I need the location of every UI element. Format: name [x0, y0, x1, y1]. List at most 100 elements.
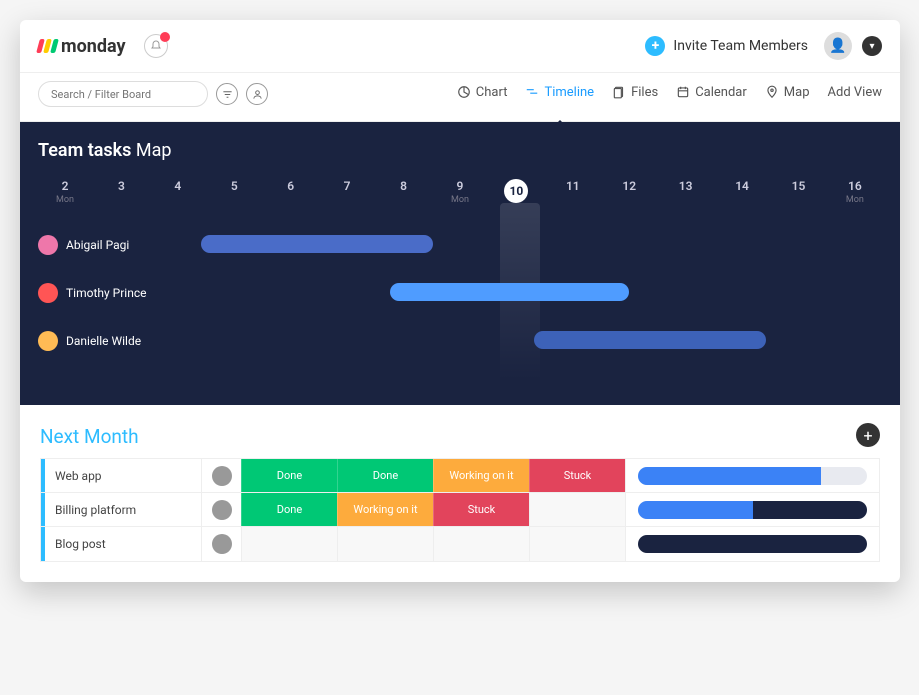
status-cell-stuck[interactable]: Stuck: [529, 459, 625, 492]
timeline-title: Team tasks Map: [38, 140, 882, 161]
status-cell-done[interactable]: Done: [241, 459, 337, 492]
status-cell-empty[interactable]: [337, 527, 433, 561]
notifications-button[interactable]: [144, 34, 168, 58]
person-name: Timothy Prince: [66, 286, 146, 300]
timeline-bar[interactable]: [390, 283, 629, 301]
timeline-person[interactable]: Timothy Prince: [38, 283, 158, 303]
date-3: 3: [94, 179, 148, 205]
item-name[interactable]: Blog post: [41, 527, 201, 561]
status-cell-empty[interactable]: [529, 527, 625, 561]
avatar: [38, 235, 58, 255]
date-10: 10: [489, 179, 543, 205]
avatar: [38, 331, 58, 351]
view-calendar-label: Calendar: [695, 85, 747, 100]
view-add[interactable]: Add View: [828, 85, 882, 104]
avatar: [212, 534, 232, 554]
view-map[interactable]: Map: [765, 85, 810, 104]
progress-cell[interactable]: [625, 527, 879, 561]
item-name[interactable]: Billing platform: [41, 493, 201, 526]
view-calendar[interactable]: Calendar: [676, 85, 747, 104]
person-name: Danielle Wilde: [66, 334, 141, 348]
progress-cell[interactable]: [625, 493, 879, 526]
view-files[interactable]: Files: [612, 85, 658, 104]
tool-row: Chart Timeline Files Calendar Map Add Vi…: [20, 73, 900, 122]
date-6: 6: [264, 179, 318, 205]
view-timeline[interactable]: Timeline: [525, 85, 594, 104]
view-tabs: Chart Timeline Files Calendar Map Add Vi…: [457, 85, 882, 104]
status-cell-done[interactable]: Done: [241, 493, 337, 526]
progress-bar: [638, 501, 867, 519]
date-5: 5: [207, 179, 261, 205]
avatar: 👤: [824, 32, 852, 60]
timeline-row: Timothy Prince: [38, 269, 882, 317]
user-menu[interactable]: 👤 ▾: [824, 32, 882, 60]
status-cell-done[interactable]: Done: [337, 459, 433, 492]
brand-name: monday: [61, 36, 126, 57]
search-input[interactable]: [38, 81, 208, 107]
table-row: Billing platform DoneWorking on itStuck: [41, 493, 879, 527]
timeline-person[interactable]: Abigail Pagi: [38, 235, 158, 255]
status-cell-working[interactable]: Working on it: [433, 459, 529, 492]
progress-bar: [638, 467, 867, 485]
view-timeline-label: Timeline: [544, 85, 594, 100]
board-table: Web appDoneDoneWorking on itStuckBilling…: [40, 458, 880, 562]
date-15: 15: [771, 179, 825, 205]
person-icon: [252, 89, 263, 100]
status-cell-empty[interactable]: [241, 527, 337, 561]
bell-icon: [150, 40, 162, 52]
owner-cell[interactable]: [201, 459, 241, 492]
view-chart-label: Chart: [476, 85, 508, 100]
timeline-panel: Team tasks Map 2Mon3456789Mon10111213141…: [20, 122, 900, 405]
bar-track: [158, 235, 882, 255]
invite-team-button[interactable]: + Invite Team Members: [645, 36, 808, 56]
view-map-label: Map: [784, 85, 810, 100]
table-row: Blog post: [41, 527, 879, 561]
logo-icon: [38, 39, 57, 53]
plus-icon: +: [863, 426, 872, 445]
filter-button[interactable]: [216, 83, 238, 105]
owner-cell[interactable]: [201, 493, 241, 526]
date-16: 16Mon: [828, 179, 882, 205]
date-2: 2Mon: [38, 179, 92, 205]
view-chart[interactable]: Chart: [457, 85, 508, 104]
status-cell-empty[interactable]: [529, 493, 625, 526]
timeline-bar[interactable]: [534, 331, 766, 349]
plus-icon: +: [645, 36, 665, 56]
timeline-bar[interactable]: [201, 235, 433, 253]
notification-dot-icon: [160, 32, 170, 42]
person-name: Abigail Pagi: [66, 238, 129, 252]
logo[interactable]: monday: [38, 36, 126, 57]
filter-icon: [222, 89, 233, 100]
status-cell-working[interactable]: Working on it: [337, 493, 433, 526]
date-11: 11: [546, 179, 600, 205]
top-bar: monday + Invite Team Members 👤 ▾: [20, 20, 900, 73]
progress-bar: [638, 535, 867, 553]
view-files-label: Files: [631, 85, 658, 100]
date-scale: 2Mon3456789Mon10111213141516Mon: [38, 179, 882, 221]
avatar: [38, 283, 58, 303]
progress-cell[interactable]: [625, 459, 879, 492]
timeline-person[interactable]: Danielle Wilde: [38, 331, 158, 351]
person-filter-button[interactable]: [246, 83, 268, 105]
bar-track: [158, 331, 882, 351]
app-window: monday + Invite Team Members 👤 ▾ Chart: [20, 20, 900, 582]
status-cell-empty[interactable]: [433, 527, 529, 561]
chart-icon: [457, 85, 471, 99]
date-12: 12: [602, 179, 656, 205]
invite-label: Invite Team Members: [673, 38, 808, 54]
date-13: 13: [659, 179, 713, 205]
avatar: [212, 466, 232, 486]
item-name[interactable]: Web app: [41, 459, 201, 492]
map-pin-icon: [765, 85, 779, 99]
add-item-button[interactable]: +: [856, 423, 880, 447]
chevron-down-icon: ▾: [862, 36, 882, 56]
calendar-icon: [676, 85, 690, 99]
table-row: Web appDoneDoneWorking on itStuck: [41, 459, 879, 493]
date-7: 7: [320, 179, 374, 205]
status-cell-stuck[interactable]: Stuck: [433, 493, 529, 526]
view-add-label: Add View: [828, 85, 882, 100]
timeline-row: Danielle Wilde: [38, 317, 882, 365]
date-4: 4: [151, 179, 205, 205]
date-9: 9Mon: [433, 179, 487, 205]
owner-cell[interactable]: [201, 527, 241, 561]
